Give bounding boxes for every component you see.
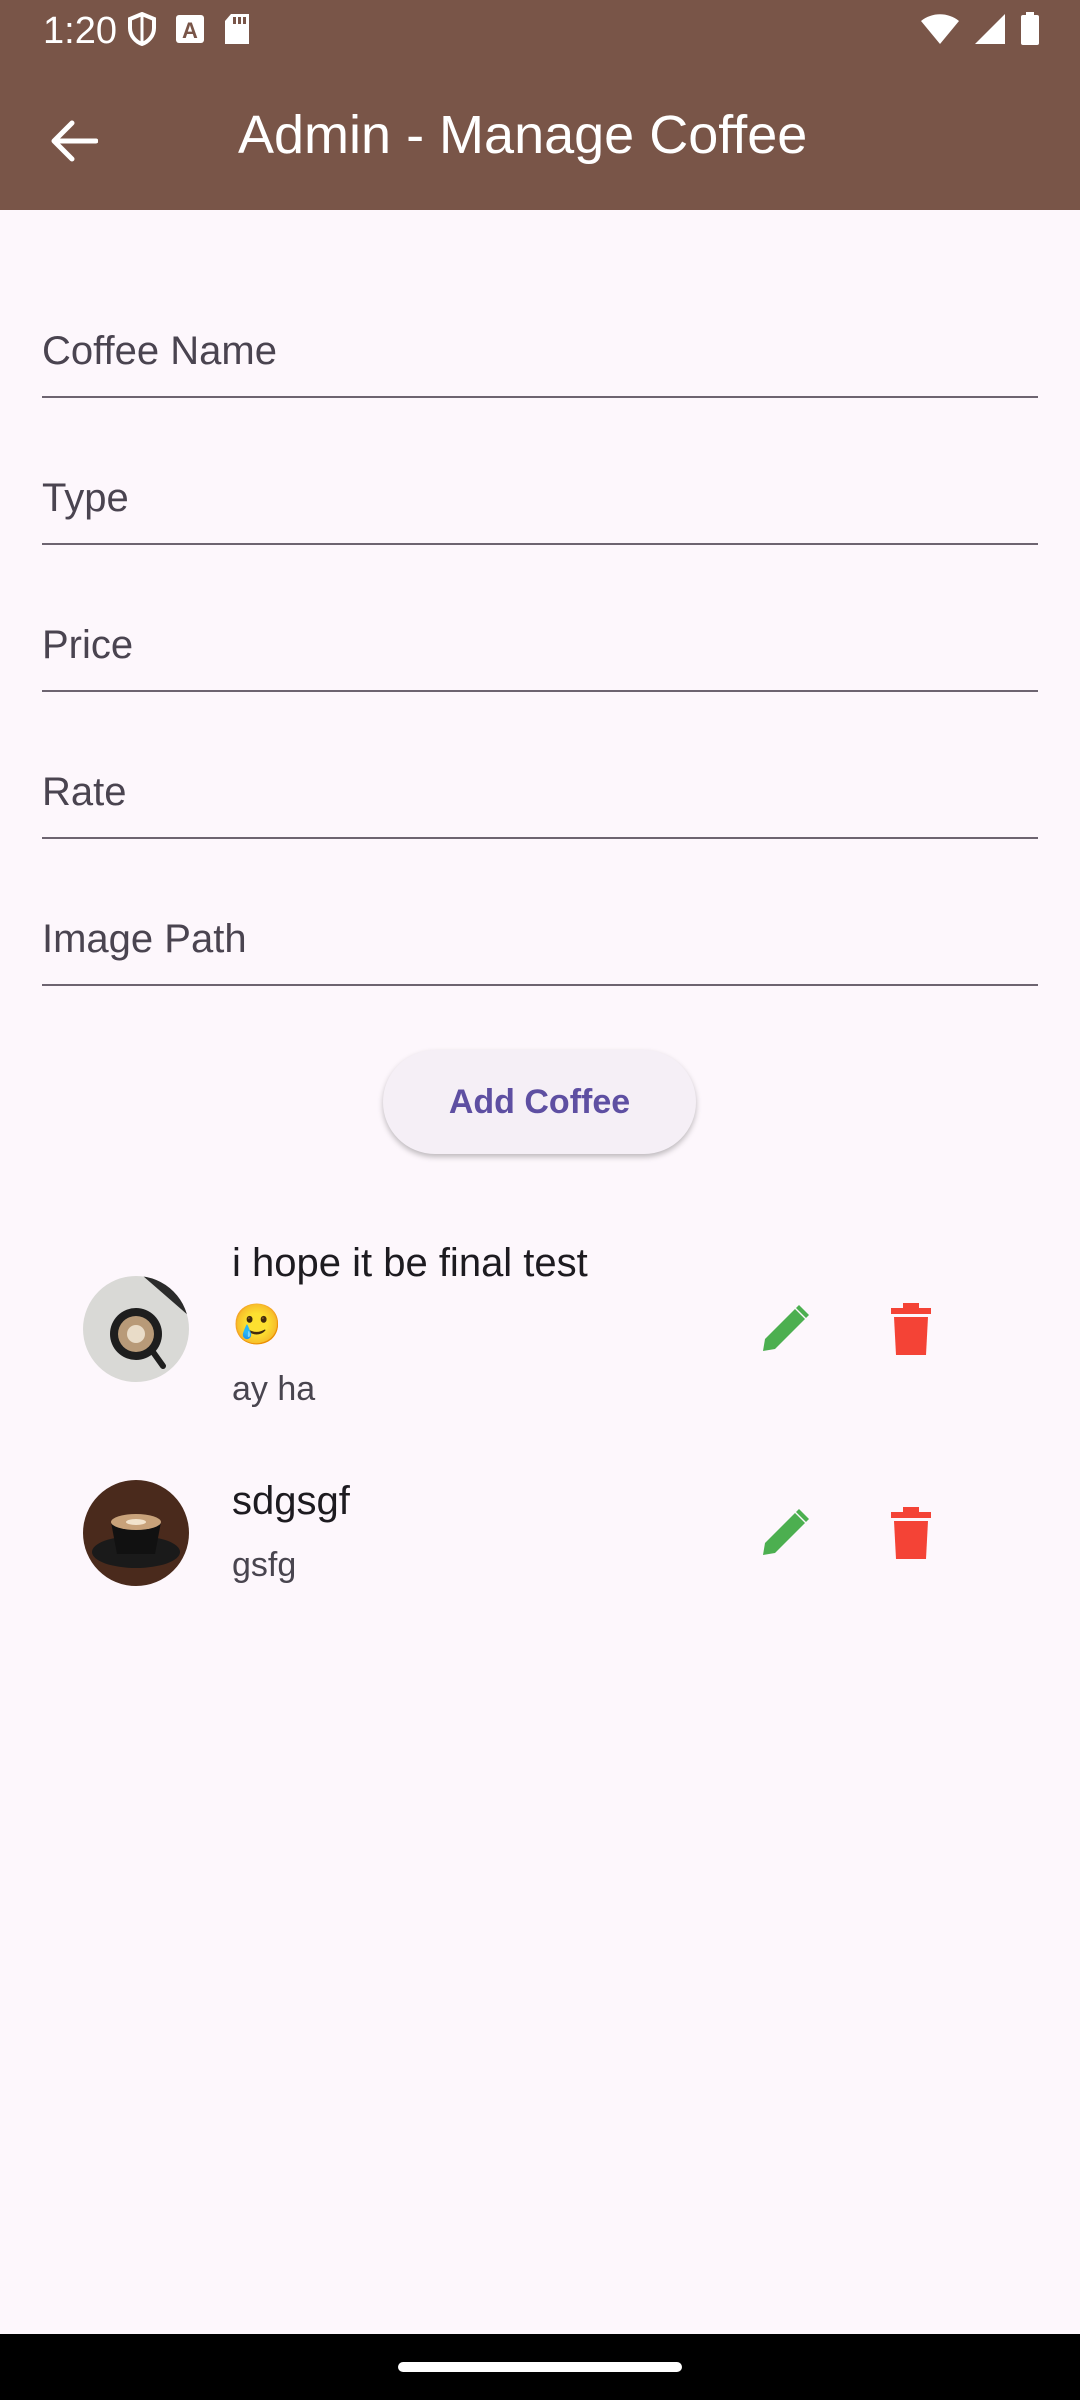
status-icons-left: A <box>127 12 251 46</box>
cell-signal-icon <box>975 14 1005 44</box>
coffee-type: ay ha <box>232 1370 316 1408</box>
wifi-icon <box>921 14 959 44</box>
coffee-type: gsfg <box>232 1546 297 1584</box>
edit-button[interactable] <box>745 1289 825 1369</box>
type-field[interactable] <box>42 435 1038 545</box>
coffee-avatar <box>83 1480 189 1586</box>
coffee-name-emoji: 🥲 <box>232 1303 282 1347</box>
pencil-icon <box>763 1305 809 1351</box>
price-input[interactable] <box>42 582 1038 690</box>
coffee-cup-topview-image <box>83 1276 189 1382</box>
image-path-field[interactable] <box>42 876 1038 986</box>
font-a-icon: A <box>176 15 204 43</box>
sd-card-icon <box>225 14 249 44</box>
rate-input[interactable] <box>42 729 1038 837</box>
svg-text:A: A <box>182 18 198 43</box>
coffee-list-item[interactable]: sdgsgf gsfg <box>0 1470 1080 1600</box>
coffee-name: sdgsgf <box>232 1479 350 1523</box>
rate-field[interactable] <box>42 729 1038 839</box>
status-time: 1:20 <box>43 10 117 52</box>
add-coffee-button[interactable]: Add Coffee <box>383 1050 696 1154</box>
delete-button[interactable] <box>871 1289 951 1369</box>
trash-icon <box>891 1507 931 1559</box>
battery-icon <box>1021 12 1039 45</box>
coffee-list-item[interactable]: i hope it be final test 🥲 ay ha <box>0 1232 1080 1432</box>
edit-button[interactable] <box>745 1493 825 1573</box>
app-screen: 1:20 A Admin - Manage Coffee Coffee Name… <box>0 0 1080 2400</box>
coffee-name-line1: i hope it be final test <box>232 1241 588 1285</box>
trash-icon <box>891 1303 931 1355</box>
back-button[interactable] <box>38 105 110 177</box>
shield-icon <box>128 12 156 46</box>
image-path-input[interactable] <box>42 876 1038 984</box>
delete-button[interactable] <box>871 1493 951 1573</box>
coffee-name: i hope it be final test 🥲 <box>232 1232 682 1356</box>
type-input[interactable] <box>42 435 1038 543</box>
price-field[interactable] <box>42 582 1038 692</box>
arrow-back-icon <box>51 120 98 162</box>
home-indicator[interactable] <box>398 2362 682 2372</box>
app-bar: 1:20 A Admin - Manage Coffee <box>0 0 1080 210</box>
pencil-icon <box>763 1509 809 1555</box>
coffee-name-field[interactable] <box>42 288 1038 398</box>
coffee-name-input[interactable] <box>42 288 1038 396</box>
coffee-avatar <box>83 1276 189 1382</box>
page-title: Admin - Manage Coffee <box>238 105 808 165</box>
status-icons-right <box>920 12 1040 46</box>
espresso-cup-image <box>83 1480 189 1586</box>
